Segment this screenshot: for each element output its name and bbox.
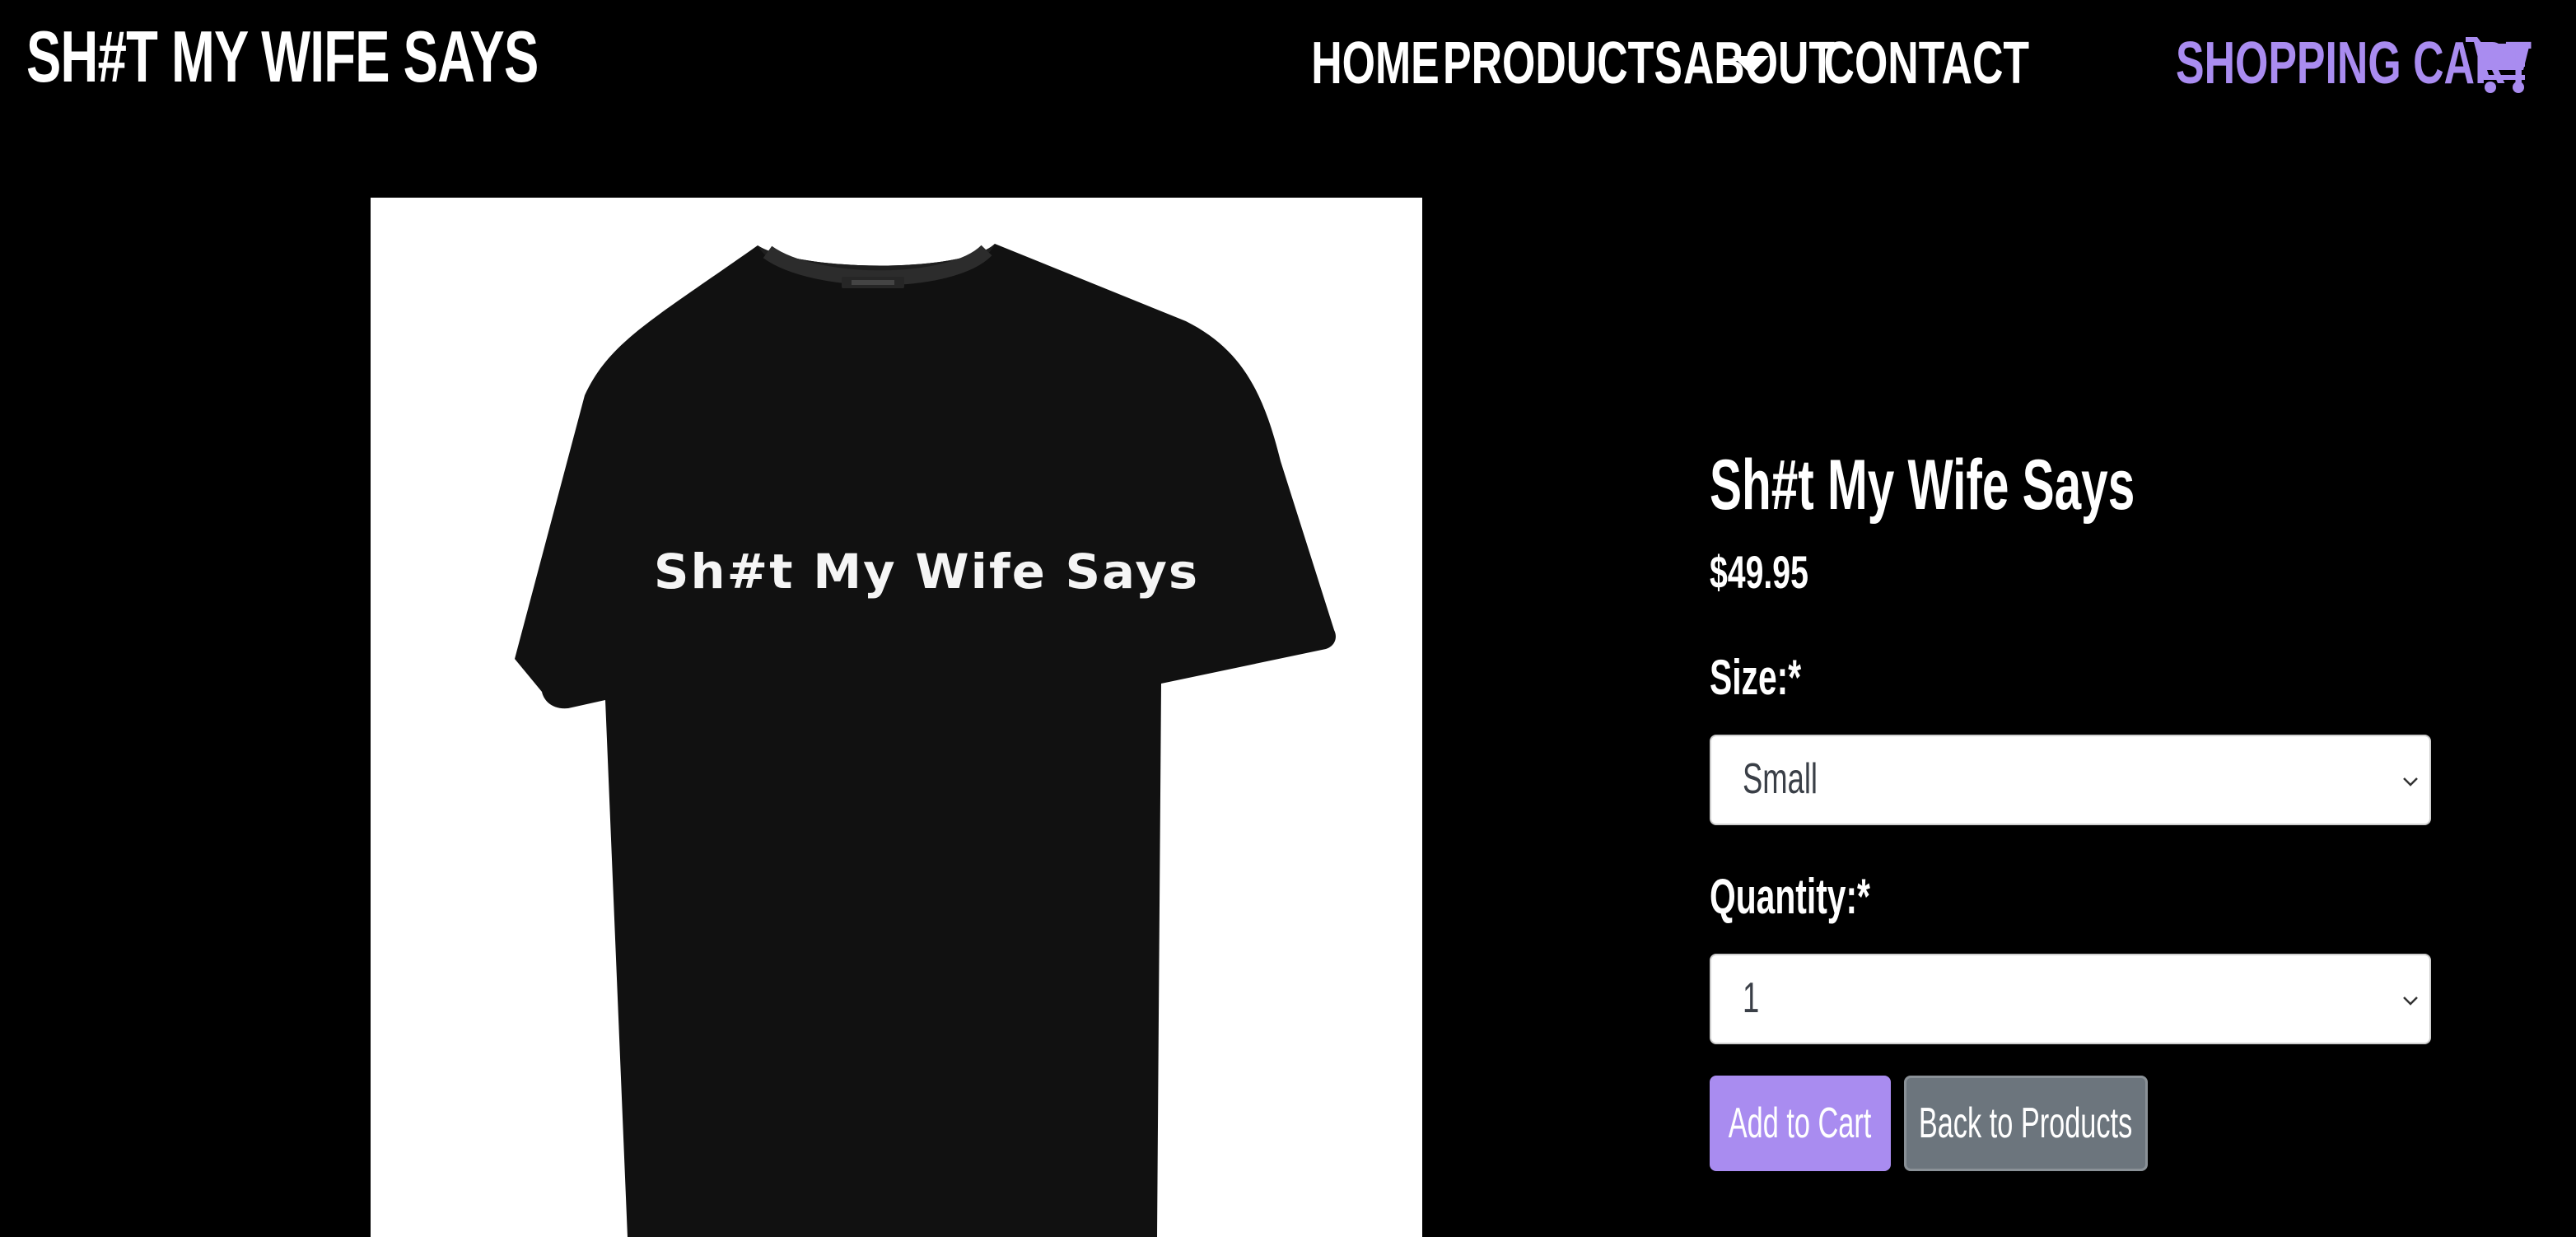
nav-contact-link[interactable]: CONTACT [1823,30,2029,97]
add-to-cart-label: Add to Cart [1729,1099,1872,1147]
nav-products-dropdown[interactable]: PRODUCTS [1442,30,1769,97]
quantity-label: Quantity:* [1710,869,1870,924]
top-navbar: SH#T MY WIFE SAYS HOME PRODUCTS ABOUT CO… [0,0,2576,124]
main-nav: HOME PRODUCTS ABOUT CONTACT SHOPPING CAR… [1311,18,2533,109]
product-title: Sh#t My Wife Says [1710,446,2135,525]
chevron-down-icon [2403,997,2418,1006]
nav-about-label: ABOUT [1682,30,1836,96]
nav-home-link[interactable]: HOME [1311,30,1440,97]
product-actions: Add to Cart Back to Products [1710,1076,2431,1171]
product-image: Sh#t My Wife Says [371,198,1422,1237]
quantity-select-value: 1 [1743,974,1760,1022]
nav-products-label: PRODUCTS [1442,30,1682,96]
nav-shopping-cart-link[interactable]: SHOPPING CART [2037,30,2533,97]
add-to-cart-button[interactable]: Add to Cart [1710,1076,1891,1171]
quantity-select[interactable]: 1 [1710,954,2431,1044]
nav-cart-label: SHOPPING CART [2175,30,2532,96]
nav-about-link[interactable]: ABOUT [1683,30,1835,97]
back-to-products-button[interactable]: Back to Products [1904,1076,2148,1171]
tshirt-image [515,244,1336,1237]
tshirt-print-text: Sh#t My Wife Says [653,544,1200,600]
nav-home-label: HOME [1311,30,1440,96]
site-brand[interactable]: SH#T MY WIFE SAYS [26,15,539,99]
back-to-products-label: Back to Products [1919,1099,2133,1147]
product-details: Sh#t My Wife Says $49.95 Size:* Small Qu… [1710,445,2431,1171]
product-price: $49.95 [1710,546,1808,598]
size-select[interactable]: Small [1710,735,2431,825]
size-select-value: Small [1743,755,1818,803]
chevron-down-icon [2403,777,2418,787]
size-label: Size:* [1710,650,1802,705]
nav-contact-label: CONTACT [1823,30,2029,96]
